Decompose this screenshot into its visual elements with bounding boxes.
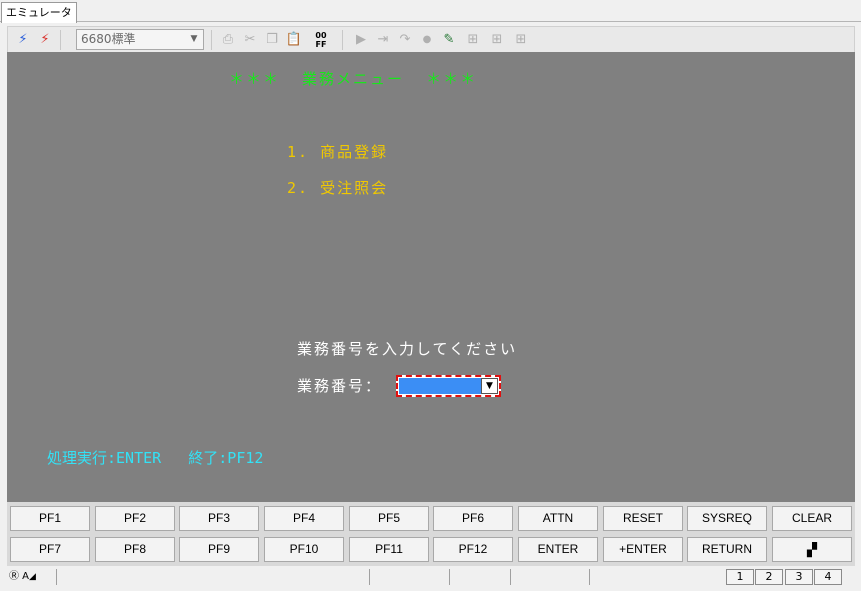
status-cell (510, 569, 589, 585)
page-2-indicator[interactable]: 2 (755, 569, 783, 585)
layout2-icon[interactable]: ⊞ (488, 31, 506, 49)
return-button[interactable]: RETURN (687, 537, 767, 562)
pf8-button[interactable]: PF8 (95, 537, 175, 562)
clear-button[interactable]: CLEAR (772, 506, 852, 531)
terminal-screen[interactable]: ＊＊＊ 業務メニュー ＊＊＊ 1. 商品登録 2. 受注照会 業務番号を入力して… (7, 52, 855, 502)
chevron-down-icon: ▼ (190, 34, 198, 44)
layout1-icon[interactable]: ⊞ (464, 31, 482, 49)
tab-emulator[interactable]: エミュレータ (1, 2, 77, 23)
signal-icon: ◢ (29, 572, 36, 582)
pf12-button[interactable]: PF12 (433, 537, 513, 562)
business-number-field[interactable]: ▼ (396, 375, 501, 397)
pf4-button[interactable]: PF4 (264, 506, 344, 531)
menu-item-1: 1. 商品登録 (287, 143, 389, 161)
page-3-indicator[interactable]: 3 (785, 569, 813, 585)
status-cell (56, 569, 369, 585)
menu-item-2: 2. 受注照会 (287, 179, 389, 197)
paste-icon[interactable]: 📋 (285, 31, 303, 49)
field-label: 業務番号： (297, 377, 383, 395)
layout3-icon[interactable]: ⊞ (512, 31, 530, 49)
status-cell (369, 569, 449, 585)
pf3-button[interactable]: PF3 (179, 506, 259, 531)
redo-icon[interactable]: ↷ (396, 31, 414, 49)
page-4-indicator[interactable]: 4 (814, 569, 842, 585)
plus-enter-button[interactable]: +ENTER (603, 537, 683, 562)
status-cell (589, 569, 682, 585)
emulation-type-value: 6680標準 (81, 32, 136, 46)
print-icon[interactable]: ⎙ (219, 31, 237, 49)
step-icon[interactable]: ⇥ (374, 31, 392, 49)
pf9-button[interactable]: PF9 (179, 537, 259, 562)
status-cell (449, 569, 510, 585)
toolbar: ⚡ ⚡ 6680標準 ▼ ⎙ ✂ ❐ 📋 00 FF ▶ ⇥ ↷ ● ✎ ⊞ ⊞ … (7, 26, 855, 52)
record-icon[interactable]: ● (418, 31, 436, 49)
chevron-down-icon[interactable]: ▼ (481, 378, 498, 394)
pf11-button[interactable]: PF11 (349, 537, 429, 562)
play-icon[interactable]: ▶ (352, 31, 370, 49)
edit-icon[interactable]: ✎ (440, 31, 458, 49)
pf10-button[interactable]: PF10 (264, 537, 344, 562)
status-bar: Ⓡ A◢ 1 2 3 4 (7, 568, 855, 586)
sysreq-button[interactable]: SYSREQ (687, 506, 767, 531)
enter-button[interactable]: ENTER (518, 537, 598, 562)
function-key-hint: 処理実行:ENTER 終了:PF12 (47, 449, 264, 467)
pf5-button[interactable]: PF5 (349, 506, 429, 531)
toolbar-separator (211, 30, 212, 50)
business-number-input[interactable]: ▼ (399, 378, 498, 394)
page-1-indicator[interactable]: 1 (726, 569, 754, 585)
restore-window-icon: ▞ (807, 542, 817, 557)
copy-icon[interactable]: ❐ (263, 31, 281, 49)
pf6-button[interactable]: PF6 (433, 506, 513, 531)
toolbar-separator (342, 30, 343, 50)
cut-icon[interactable]: ✂ (241, 31, 259, 49)
tab-bar: エミュレータ (0, 0, 861, 23)
function-key-panel: PF1 PF2 PF3 PF4 PF5 PF6 ATTN RESET SYSRE… (7, 502, 855, 566)
toolbar-separator (60, 30, 61, 50)
emulation-type-select[interactable]: 6680標準 ▼ (76, 29, 204, 50)
pf2-button[interactable]: PF2 (95, 506, 175, 531)
pf7-button[interactable]: PF7 (10, 537, 90, 562)
keyboard-indicator: Ⓡ A◢ (9, 571, 36, 582)
onoff-icon[interactable]: 00 FF (312, 31, 330, 49)
pf1-button[interactable]: PF1 (10, 506, 90, 531)
input-prompt: 業務番号を入力してください (297, 340, 518, 358)
screen-title: ＊＊＊ 業務メニュー ＊＊＊ (229, 70, 478, 88)
disconnect-icon[interactable]: ⚡ (36, 31, 54, 49)
window-toggle-button[interactable]: ▞ (772, 537, 852, 562)
connect-icon[interactable]: ⚡ (14, 31, 32, 49)
reset-button[interactable]: RESET (603, 506, 683, 531)
attn-button[interactable]: ATTN (518, 506, 598, 531)
